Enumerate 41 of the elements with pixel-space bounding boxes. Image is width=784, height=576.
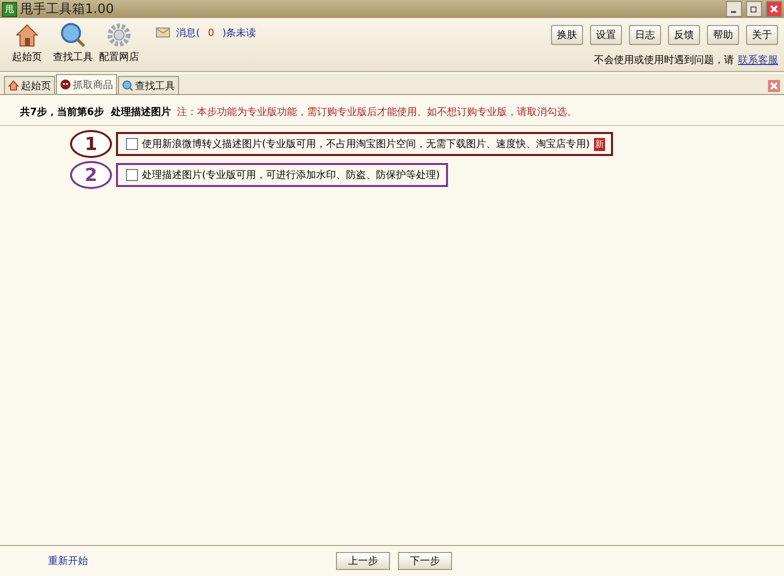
toolbar-button[interactable]: 反馈 bbox=[668, 25, 700, 45]
toolbar-button[interactable]: 关于 bbox=[746, 25, 778, 45]
toolbar-button[interactable]: 换肤 bbox=[551, 25, 583, 45]
number-callout: 2 bbox=[70, 161, 112, 189]
help-text: 不会使用或使用时遇到问题，请 bbox=[594, 54, 734, 67]
tab[interactable]: 查找工具 bbox=[118, 76, 179, 94]
toolbar-button[interactable]: 查找工具 bbox=[52, 18, 94, 71]
close-button[interactable] bbox=[766, 1, 782, 17]
window-title: 甩手工具箱1.00 bbox=[20, 1, 115, 18]
minimize-button[interactable] bbox=[726, 1, 742, 17]
close-icon bbox=[770, 5, 778, 13]
message-count-link[interactable]: 消息( 0 )条未读 bbox=[176, 26, 256, 40]
toolbar-button[interactable]: 设置 bbox=[590, 25, 622, 45]
app-logo: 甩 bbox=[2, 2, 17, 16]
tab[interactable]: 抓取商品 bbox=[56, 74, 117, 94]
checkbox[interactable] bbox=[126, 169, 138, 181]
number-callout: 1 bbox=[70, 130, 112, 158]
toolbar-button[interactable]: 日志 bbox=[629, 25, 661, 45]
option-label: 处理描述图片(专业版可用，可进行添加水印、防盗、防保护等处理) bbox=[142, 168, 440, 182]
bug-icon bbox=[60, 79, 71, 90]
envelope-icon bbox=[156, 26, 170, 38]
next-step-button[interactable]: 下一步 bbox=[398, 552, 452, 570]
toolbar-button[interactable]: 配置网店 bbox=[98, 18, 140, 71]
gear-icon bbox=[106, 22, 132, 48]
step-title: 共7步，当前第6步 处理描述图片 bbox=[20, 106, 171, 119]
search-icon bbox=[60, 22, 86, 48]
restart-link[interactable]: 重新开始 bbox=[48, 554, 88, 568]
tab[interactable]: 起始页 bbox=[4, 76, 55, 94]
toolbar-button[interactable]: 起始页 bbox=[6, 18, 48, 71]
close-icon bbox=[770, 82, 778, 90]
contact-support-link[interactable]: 联系客服 bbox=[738, 53, 778, 67]
new-badge: 新 bbox=[594, 138, 605, 150]
search-icon bbox=[122, 80, 133, 91]
restore-icon bbox=[750, 5, 758, 13]
step-note: 注：本步功能为专业版功能，需订购专业版后才能使用。如不想订购专业版，请取消勾选。 bbox=[176, 106, 577, 119]
restore-button[interactable] bbox=[746, 1, 762, 17]
toolbar-button[interactable]: 帮助 bbox=[707, 25, 739, 45]
previous-step-button[interactable]: 上一步 bbox=[336, 552, 390, 570]
checkbox[interactable] bbox=[126, 138, 138, 150]
option-label: 使用新浪微博转义描述图片(专业版可用，不占用淘宝图片空间，无需下载图片、速度快、淘宝店专用) bbox=[142, 138, 590, 151]
close-tab-button[interactable] bbox=[768, 80, 780, 92]
